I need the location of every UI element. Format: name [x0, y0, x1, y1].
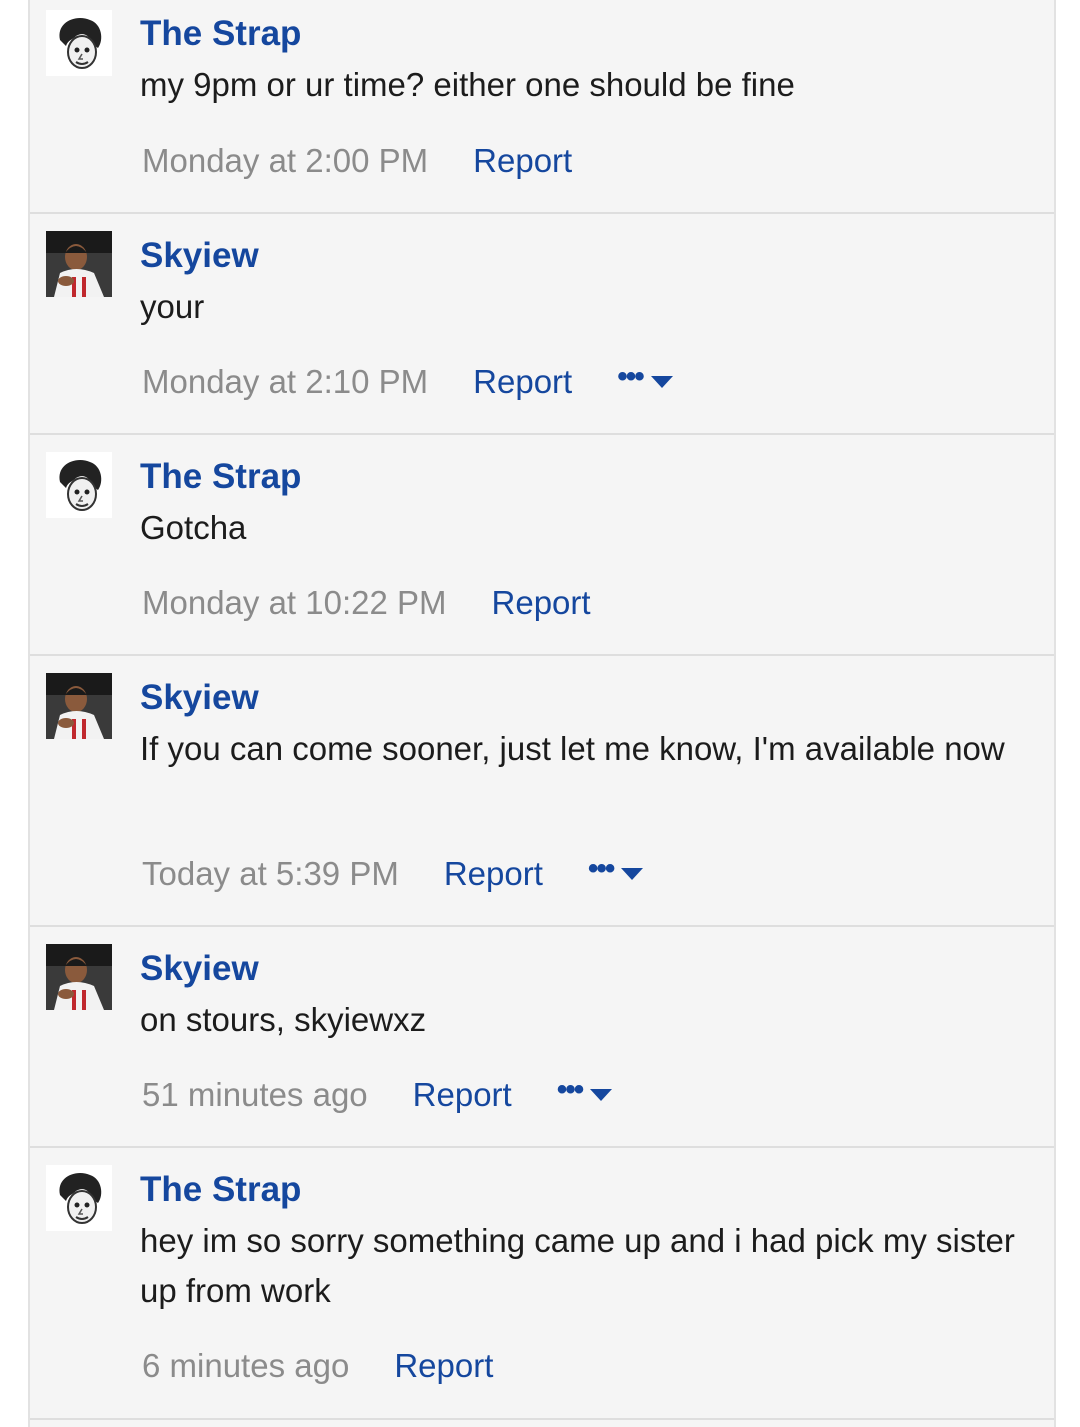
message-text: my 9pm or ur time? either one should be …	[140, 66, 795, 103]
author-name[interactable]: The Strap	[140, 1170, 1034, 1210]
message-meta: Monday at 2:00 PM Report	[142, 139, 617, 183]
message-meta: Monday at 2:10 PM Report •••	[142, 360, 673, 404]
message-text: Gotcha	[140, 509, 247, 546]
photo-avatar-icon	[46, 673, 112, 739]
more-options-button[interactable]: •••	[557, 1075, 613, 1105]
avatar[interactable]	[46, 10, 112, 76]
author-name[interactable]: Skyiew	[140, 949, 1034, 989]
author-name[interactable]: The Strap	[140, 457, 1034, 497]
timestamp[interactable]: 6 minutes ago	[142, 1347, 349, 1385]
timestamp[interactable]: Today at 5:39 PM	[142, 855, 399, 893]
report-link[interactable]: Report	[473, 363, 572, 401]
more-options-button[interactable]: •••	[588, 854, 644, 884]
author-name[interactable]: Skyiew	[140, 236, 1034, 276]
report-link[interactable]: Report	[413, 1076, 512, 1114]
message-text: on stours, skyiewxz	[140, 1001, 427, 1038]
message-thread: The Strap my 9pm or ur time? either one …	[28, 0, 1056, 1427]
avatar[interactable]	[46, 673, 112, 739]
message-text: hey im so sorry something came up and i …	[140, 1222, 1015, 1309]
message-meta: Monday at 10:22 PM Report	[142, 581, 636, 625]
timestamp[interactable]: Monday at 10:22 PM	[142, 584, 447, 622]
photo-avatar-icon	[46, 231, 112, 297]
sketch-avatar-icon	[46, 1165, 112, 1231]
ellipsis-icon: •••	[617, 360, 644, 393]
caret-down-icon	[650, 376, 673, 388]
avatar[interactable]	[46, 944, 112, 1010]
message-meta: Today at 5:39 PM Report •••	[142, 852, 644, 896]
message-item: The Strap hey im so sorry something came…	[30, 1148, 1054, 1420]
author-name[interactable]: The Strap	[140, 14, 1034, 54]
report-link[interactable]: Report	[492, 584, 591, 622]
author-name[interactable]: Skyiew	[140, 678, 1034, 718]
ellipsis-icon: •••	[587, 852, 615, 885]
sketch-avatar-icon	[46, 452, 112, 518]
message-item: Skyiew on stours, skyiewxz 51 minutes ag…	[30, 927, 1054, 1148]
report-link[interactable]: Report	[473, 142, 572, 180]
avatar[interactable]	[46, 1165, 112, 1231]
timestamp[interactable]: 51 minutes ago	[142, 1076, 368, 1114]
message-meta: 6 minutes ago Report	[142, 1344, 538, 1388]
caret-down-icon	[621, 868, 644, 880]
more-options-button[interactable]: •••	[617, 362, 673, 392]
message-item: Skyiew If you can come sooner, just let …	[30, 656, 1054, 927]
message-item: The Strap Gotcha Monday at 10:22 PM Repo…	[30, 435, 1054, 656]
message-text: your	[140, 288, 205, 325]
caret-down-icon	[590, 1089, 613, 1101]
message-item: Skyiew your Monday at 2:10 PM Report •••	[30, 214, 1054, 435]
message-meta: 51 minutes ago Report •••	[142, 1073, 613, 1117]
avatar[interactable]	[46, 231, 112, 297]
report-link[interactable]: Report	[444, 855, 543, 893]
ellipsis-icon: •••	[556, 1073, 584, 1106]
sketch-avatar-icon	[46, 10, 112, 76]
avatar[interactable]	[46, 452, 112, 518]
photo-avatar-icon	[46, 944, 112, 1010]
timestamp[interactable]: Monday at 2:10 PM	[142, 363, 428, 401]
report-link[interactable]: Report	[394, 1347, 493, 1385]
message-text: If you can come sooner, just let me know…	[140, 730, 1005, 767]
message-item: The Strap my 9pm or ur time? either one …	[30, 0, 1054, 214]
timestamp[interactable]: Monday at 2:00 PM	[142, 142, 428, 180]
